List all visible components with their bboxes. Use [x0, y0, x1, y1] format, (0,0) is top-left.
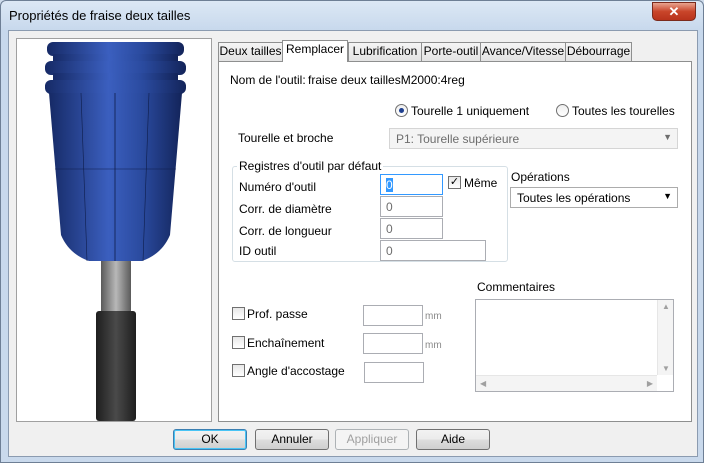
operations-label: Opérations [511, 170, 570, 184]
apply-button[interactable]: Appliquer [335, 429, 409, 450]
scroll-left-icon[interactable]: ◀ [480, 379, 486, 388]
title-bar[interactable]: Propriétés de fraise deux tailles ✕ [1, 1, 703, 31]
comments-label: Commentaires [477, 280, 556, 294]
scroll-down-icon[interactable]: ▼ [662, 364, 670, 373]
comments-horizontal-scrollbar[interactable]: ◀ ▶ [476, 375, 657, 391]
tab-label: Deux tailles [219, 44, 282, 58]
tab-lubrification[interactable]: Lubrification [348, 42, 422, 61]
tool-illustration [45, 42, 186, 421]
chain-checkbox[interactable] [232, 336, 245, 349]
close-icon: ✕ [668, 4, 680, 19]
tool-number-input[interactable]: 0 [380, 174, 443, 195]
diameter-offset-value: 0 [386, 200, 393, 214]
tool-id-input[interactable]: 0 [380, 240, 486, 261]
tool-id-value: 0 [386, 244, 393, 258]
tool-shank [101, 261, 131, 313]
cancel-button-label: Annuler [271, 432, 313, 446]
tool-number-value: 0 [386, 178, 393, 192]
help-button[interactable]: Aide [416, 429, 490, 450]
close-button[interactable]: ✕ [652, 2, 696, 21]
tab-label: Débourrage [566, 44, 631, 58]
radio-turret-1-only[interactable] [395, 104, 408, 117]
tool-holder [96, 311, 136, 421]
tool-id-label: ID outil [239, 244, 277, 258]
tool-name-value: fraise deux taillesM2000:4reg [308, 73, 465, 87]
approach-angle-input[interactable] [364, 362, 424, 383]
radio-all-turrets[interactable] [556, 104, 569, 117]
length-offset-value: 0 [386, 222, 393, 236]
scroll-up-icon[interactable]: ▲ [662, 302, 670, 311]
chain-label[interactable]: Enchaînement [247, 336, 324, 350]
depth-unit: mm [425, 311, 442, 322]
diameter-offset-label: Corr. de diamètre [239, 202, 332, 216]
turret-spindle-select[interactable]: P1: Tourelle supérieure ▼ [389, 128, 678, 149]
operations-value: Toutes les opérations [517, 191, 631, 205]
same-checkbox[interactable]: ✓ [448, 176, 461, 189]
tab-deux-tailles[interactable]: Deux tailles [218, 42, 283, 61]
radio-all-turrets-label[interactable]: Toutes les tourelles [572, 104, 675, 118]
approach-angle-checkbox[interactable] [232, 364, 245, 377]
tab-label: Porte-outil [423, 44, 479, 58]
depth-checkbox[interactable] [232, 307, 245, 320]
length-offset-label: Corr. de longueur [239, 224, 332, 238]
approach-angle-label[interactable]: Angle d'accostage [247, 364, 345, 378]
chevron-down-icon: ▼ [663, 191, 672, 201]
dialog-window: Propriétés de fraise deux tailles ✕ Deux… [0, 0, 704, 463]
chain-unit: mm [425, 340, 442, 351]
apply-button-label: Appliquer [346, 432, 398, 446]
tab-label: Avance/Vitesse [481, 44, 565, 58]
chain-input[interactable] [363, 333, 423, 354]
diameter-offset-input[interactable]: 0 [380, 196, 443, 217]
chevron-down-icon: ▼ [663, 132, 672, 142]
tool-preview [16, 38, 212, 422]
ok-button[interactable]: OK [173, 429, 247, 450]
tab-label: Remplacer [285, 42, 345, 56]
dialog-client-area: Deux tailles Remplacer Lubrification Por… [8, 30, 698, 457]
comments-vertical-scrollbar[interactable]: ▲ ▼ [657, 300, 673, 375]
depth-input[interactable] [363, 305, 423, 326]
turret-spindle-label: Tourelle et broche [238, 131, 334, 145]
tool-name-label: Nom de l'outil: [230, 73, 306, 87]
default-registers-legend: Registres d'outil par défaut [237, 159, 384, 173]
tab-avance-vitesse[interactable]: Avance/Vitesse [480, 42, 566, 61]
scroll-right-icon[interactable]: ▶ [647, 379, 653, 388]
tool-number-label: Numéro d'outil [239, 180, 316, 194]
tab-label: Lubrification [352, 44, 418, 58]
tab-debourrage[interactable]: Débourrage [565, 42, 632, 61]
tool-head [45, 42, 186, 262]
window-title: Propriétés de fraise deux tailles [9, 8, 191, 23]
turret-spindle-value: P1: Tourelle supérieure [396, 132, 520, 146]
length-offset-input[interactable]: 0 [380, 218, 443, 239]
operations-select[interactable]: Toutes les opérations ▼ [510, 187, 678, 208]
tab-remplacer[interactable]: Remplacer [282, 40, 348, 62]
tab-porte-outil[interactable]: Porte-outil [421, 42, 481, 61]
radio-turret-1-only-label[interactable]: Tourelle 1 uniquement [411, 104, 529, 118]
ok-button-label: OK [201, 432, 219, 446]
tab-page-remplacer: Nom de l'outil: fraise deux taillesM2000… [218, 61, 692, 422]
depth-label[interactable]: Prof. passe [247, 307, 308, 321]
cancel-button[interactable]: Annuler [255, 429, 329, 450]
same-label[interactable]: Même [464, 176, 497, 190]
comments-textarea[interactable]: ▲ ▼ ◀ ▶ [475, 299, 674, 392]
help-button-label: Aide [440, 432, 466, 446]
